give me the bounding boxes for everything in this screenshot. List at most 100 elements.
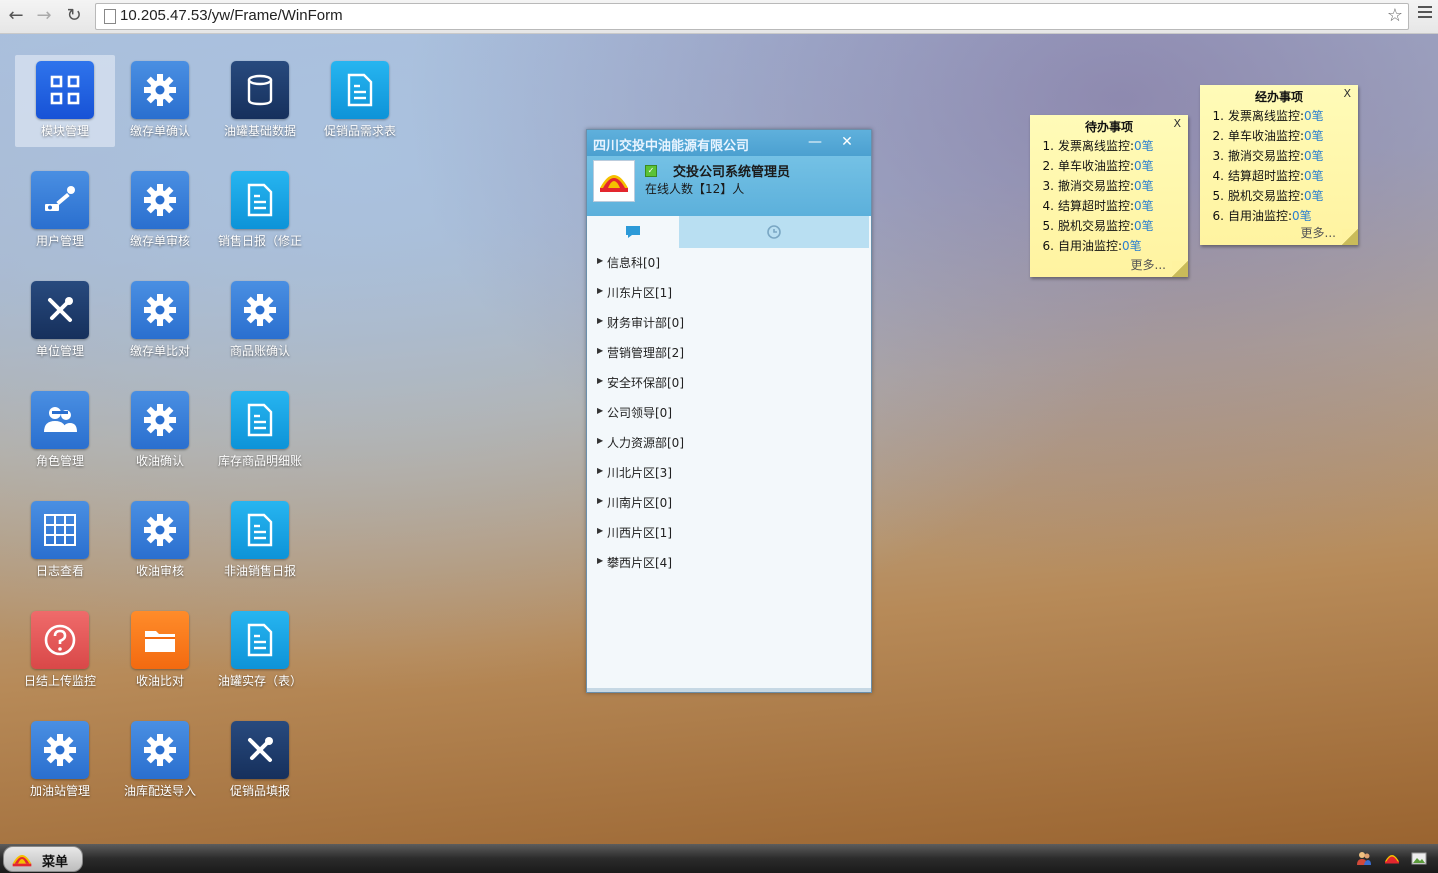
note-item[interactable]: 4. 结算超时监控:0笔 [1200,167,1358,187]
desktop-icon-non-oil-sales-daily[interactable]: 非油销售日报 [210,495,310,587]
note-item[interactable]: 2. 单车收油监控:0笔 [1030,157,1188,177]
folder-icon [131,611,189,669]
chat-tabs [587,216,871,248]
user-name: 交投公司系统管理员 [673,165,791,180]
contact-group[interactable]: ▶ 安全环保部[0] [587,374,871,404]
note-item[interactable]: 1. 发票离线监控:0笔 [1030,137,1188,157]
gear-icon [131,391,189,449]
expand-arrow-icon: ▶ [597,256,604,265]
contact-group[interactable]: ▶ 信息科[0] [587,254,871,284]
users-tray-icon[interactable] [1356,850,1372,866]
desktop-icon-module-management[interactable]: 模块管理 [15,55,115,147]
expand-arrow-icon: ▶ [597,436,604,445]
more-link[interactable]: 更多... [1131,256,1166,273]
desktop-icon-depot-delivery-import[interactable]: 油库配送导入 [110,715,210,807]
icon-label: 油库配送导入 [123,784,196,798]
chat-bubble-icon [626,226,640,238]
desktop-icon-oil-receipt-confirm[interactable]: 收油确认 [110,385,210,477]
desktop-icon-inventory-ledger[interactable]: 库存商品明细账 [210,385,310,477]
note-item[interactable]: 1. 发票离线监控:0笔 [1200,107,1358,127]
history-icon [767,225,781,239]
gear-icon [131,61,189,119]
desktop-icon-promo-demand[interactable]: 促销品需求表 [310,55,410,147]
contact-group[interactable]: ▶ 川北片区[3] [587,464,871,494]
petrochina-logo-icon [593,160,635,202]
icon-label: 日志查看 [35,564,84,578]
contact-group[interactable]: ▶ 人力资源部[0] [587,434,871,464]
note-item[interactable]: 5. 脱机交易监控:0笔 [1030,217,1188,237]
address-bar[interactable]: 10.205.47.53/yw/Frame/WinForm ☆ [95,3,1409,30]
note-item[interactable]: 3. 撤消交易监控:0笔 [1200,147,1358,167]
database-icon [231,61,289,119]
note-item[interactable]: 3. 撤消交易监控:0笔 [1030,177,1188,197]
note-item[interactable]: 5. 脱机交易监控:0笔 [1200,187,1358,207]
desktop-icon-deposit-confirm[interactable]: 缴存单确认 [110,55,210,147]
desktop-icon-station-management[interactable]: 加油站管理 [10,715,110,807]
icon-label: 油罐实存（表） [217,674,302,688]
close-button[interactable]: ✕ [833,132,861,152]
icon-label: 单位管理 [35,344,84,358]
note-item[interactable]: 4. 结算超时监控:0笔 [1030,197,1188,217]
contact-group[interactable]: ▶ 攀西片区[4] [587,554,871,584]
expand-arrow-icon: ▶ [597,526,604,535]
desktop-icon-oil-receipt-compare[interactable]: 收油比对 [110,605,210,697]
note-item[interactable]: 6. 自用油监控:0笔 [1030,237,1188,257]
desktop: 模块管理 用户管理 单位管理 角色管理 日志查看 日结上传监控 加油站管理 缴存… [0,34,1438,844]
contact-group[interactable]: ▶ 川南片区[0] [587,494,871,524]
contact-group[interactable]: ▶ 营销管理部[2] [587,344,871,374]
gear-icon [231,281,289,339]
gear-icon [31,721,89,779]
desktop-icon-log-view[interactable]: 日志查看 [10,495,110,587]
handled-note: 经办事项 X 1. 发票离线监控:0笔 2. 单车收油监控:0笔 3. 撤消交易监控:… [1200,85,1358,245]
contact-group[interactable]: ▶ 川西片区[1] [587,524,871,554]
expand-arrow-icon: ▶ [597,286,604,295]
tab-contacts[interactable] [587,216,679,248]
note-close-button[interactable]: X [1173,117,1181,130]
contact-group[interactable]: ▶ 公司领导[0] [587,404,871,434]
petrochina-tray-icon[interactable] [1384,850,1400,866]
gear-icon [131,501,189,559]
forward-icon[interactable]: → [32,4,56,28]
chat-footer [587,688,871,692]
expand-arrow-icon: ▶ [597,376,604,385]
more-link[interactable]: 更多... [1301,224,1336,241]
desktop-icon-tank-base-data[interactable]: 油罐基础数据 [210,55,310,147]
note-close-button[interactable]: X [1343,87,1351,100]
contact-group-list: ▶ 信息科[0] ▶ 川东片区[1] ▶ 财务审计部[0] ▶ 营销管理部[2] ▶ 安全… [587,248,871,584]
url-text[interactable]: 10.205.47.53/yw/Frame/WinForm [120,7,343,24]
start-menu-label: 菜单 [42,855,69,870]
expand-arrow-icon: ▶ [597,496,604,505]
desktop-icon-deposit-review[interactable]: 缴存单审核 [110,165,210,257]
back-icon[interactable]: ← [4,4,28,28]
start-menu-button[interactable]: 菜单 [3,846,83,872]
desktop-icon-deposit-compare[interactable]: 缴存单比对 [110,275,210,367]
desktop-icon-unit-management[interactable]: 单位管理 [10,275,110,367]
icon-label: 模块管理 [40,124,89,138]
tab-recent[interactable] [679,216,869,248]
bookmark-star-icon[interactable]: ☆ [1387,5,1403,26]
document-icon [231,171,289,229]
document-icon [331,61,389,119]
desktop-icon-role-management[interactable]: 角色管理 [10,385,110,477]
desktop-icon-sales-daily-fix[interactable]: 销售日报（修正 [210,165,310,257]
note-item[interactable]: 2. 单车收油监控:0笔 [1200,127,1358,147]
icon-label: 促销品需求表 [323,124,396,138]
note-title: 经办事项 [1254,90,1303,104]
reload-icon[interactable]: ↻ [62,4,86,28]
online-status-icon[interactable]: ✓ [645,165,657,177]
desktop-icon-promo-fill[interactable]: 促销品填报 [210,715,310,807]
desktop-icon-daily-upload-monitor[interactable]: 日结上传监控 [10,605,110,697]
chat-titlebar[interactable]: 四川交投中油能源有限公司 — ✕ [587,130,871,156]
taskbar: 菜单 [0,844,1438,873]
tools-icon [31,281,89,339]
desktop-icon-tank-actual-stock[interactable]: 油罐实存（表） [210,605,310,697]
minimize-button[interactable]: — [801,132,829,152]
image-tray-icon[interactable] [1411,850,1427,866]
contact-group[interactable]: ▶ 财务审计部[0] [587,314,871,344]
contact-group[interactable]: ▶ 川东片区[1] [587,284,871,314]
desktop-icon-goods-account-confirm[interactable]: 商品账确认 [210,275,310,367]
desktop-icon-oil-receipt-review[interactable]: 收油审核 [110,495,210,587]
desktop-icon-user-management[interactable]: 用户管理 [10,165,110,257]
browser-menu-icon[interactable] [1418,6,1432,21]
expand-arrow-icon: ▶ [597,346,604,355]
